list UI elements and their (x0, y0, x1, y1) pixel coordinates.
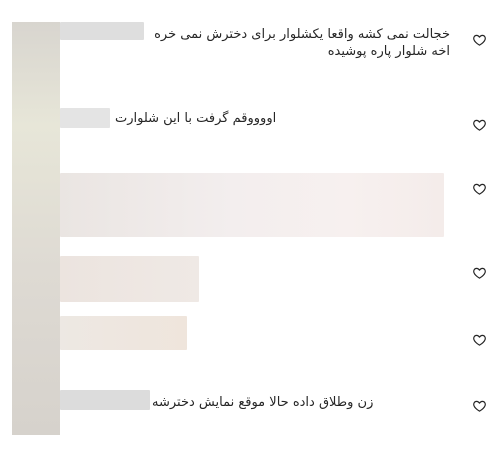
heart-icon[interactable] (472, 333, 486, 347)
blurred-image-strip (12, 22, 60, 435)
heart-icon[interactable] (472, 182, 486, 196)
comment-1-line-2: اخه شلوار پاره پوشیده (327, 44, 450, 59)
redacted-username-2 (60, 108, 110, 128)
heart-icon[interactable] (472, 266, 486, 280)
comment-2-line-1: اووووقم گرفت با این شلوارت (115, 111, 277, 126)
redacted-comment-3 (60, 173, 444, 237)
redacted-comment-4 (60, 256, 199, 302)
redacted-username-1 (60, 22, 144, 40)
heart-icon[interactable] (472, 33, 486, 47)
heart-icon[interactable] (472, 399, 486, 413)
redacted-comment-5 (60, 316, 187, 350)
heart-icon[interactable] (472, 118, 486, 132)
comment-6-line-1: زن وطلاق داده حالا موقع نمایش دخترشه (152, 395, 374, 410)
comment-1-line-1: خجالت نمی کشه واقعا یکشلوار برای دخترش ن… (154, 27, 450, 42)
redacted-username-6 (60, 390, 150, 410)
